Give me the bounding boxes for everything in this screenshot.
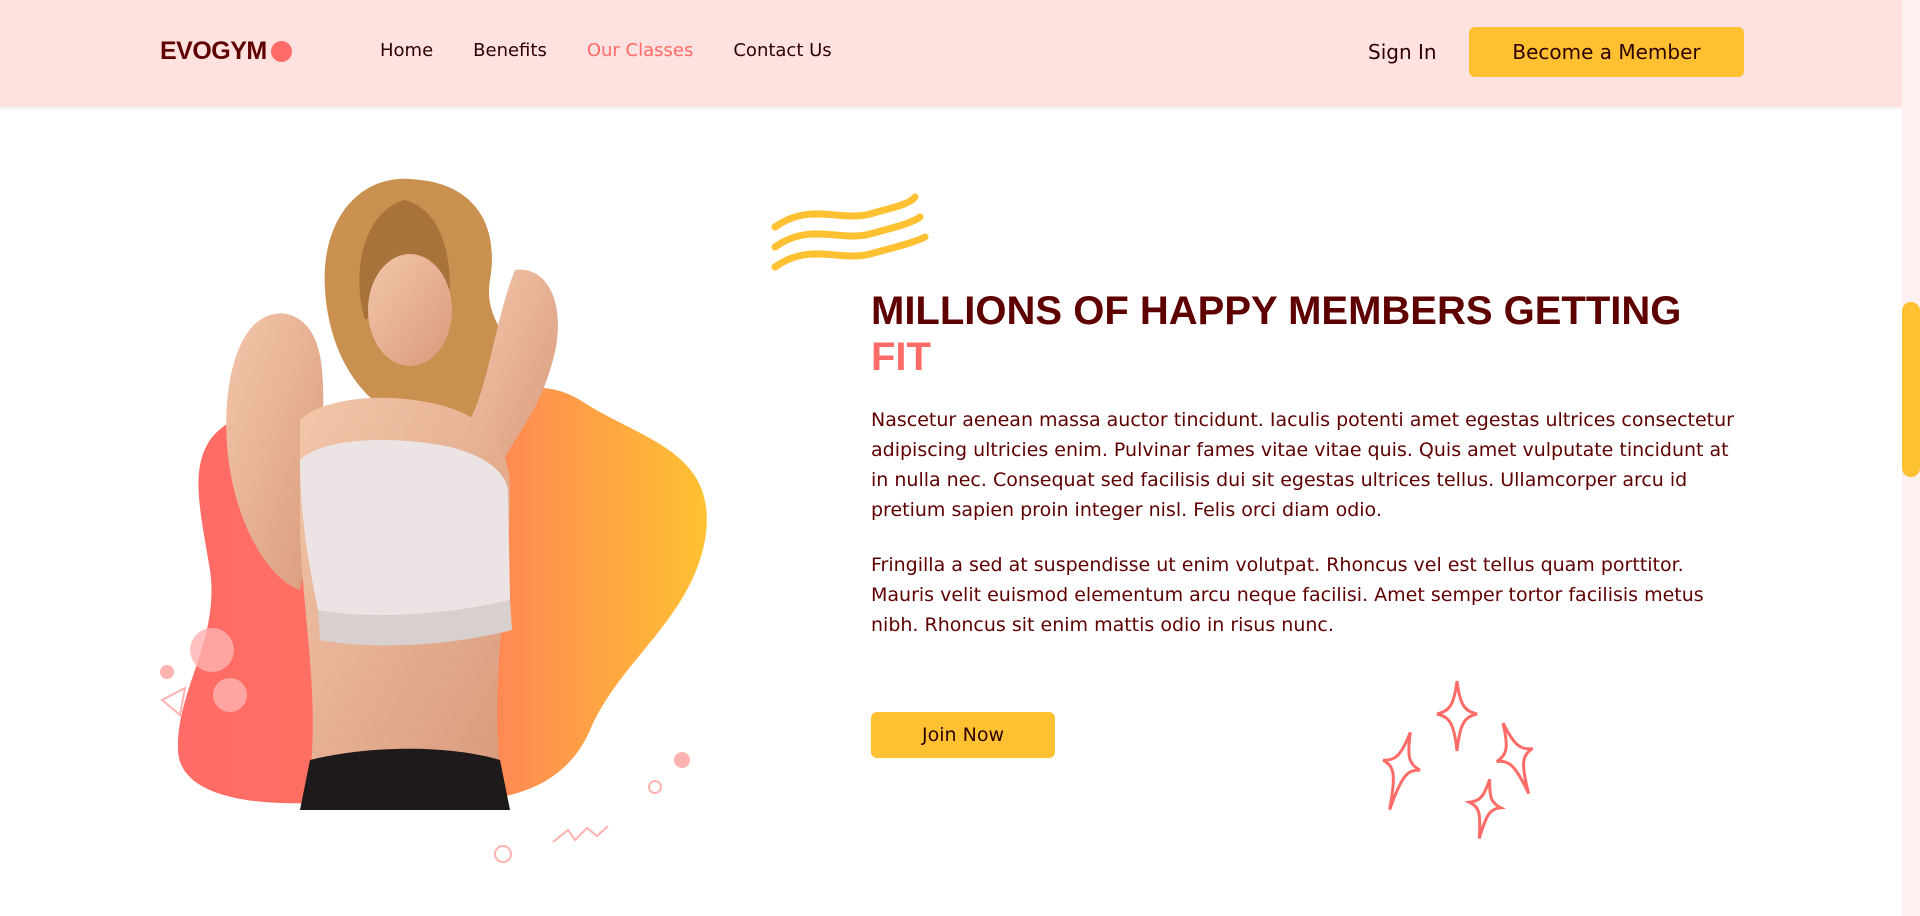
hero-illustration — [150, 170, 720, 870]
nav-link-benefits[interactable]: Benefits — [473, 40, 547, 61]
wave-lines-icon — [771, 193, 929, 271]
headline-main: MILLIONS OF HAPPY MEMBERS GETTING — [871, 289, 1682, 333]
nav-links: Home Benefits Our Classes Contact Us — [380, 40, 832, 61]
logo-text: EVOGYM — [160, 37, 267, 65]
nav-link-our-classes[interactable]: Our Classes — [587, 40, 694, 61]
join-now-button[interactable]: Join Now — [871, 712, 1055, 758]
navbar: EVOGYM Home Benefits Our Classes Contact… — [0, 0, 1902, 107]
sparkle-stars-icon — [1382, 680, 1534, 839]
headline-accent: FIT — [871, 335, 931, 379]
hero-headline: MILLIONS OF HAPPY MEMBERS GETTING FIT — [871, 288, 1771, 380]
hero-image — [160, 178, 707, 863]
become-member-button[interactable]: Become a Member — [1469, 27, 1744, 77]
hero-paragraph-2: Fringilla a sed at suspendisse ut enim v… — [871, 554, 1704, 636]
logo-dot-icon — [270, 41, 292, 62]
scrollbar-thumb[interactable] — [1902, 302, 1920, 477]
logo[interactable]: EVOGYM — [160, 37, 292, 66]
nav-link-home[interactable]: Home — [380, 40, 433, 61]
nav-link-contact-us[interactable]: Contact Us — [733, 40, 831, 61]
hero-paragraph-1: Nascetur aenean massa auctor tincidunt. … — [871, 409, 1734, 521]
sign-in-link[interactable]: Sign In — [1368, 40, 1437, 64]
